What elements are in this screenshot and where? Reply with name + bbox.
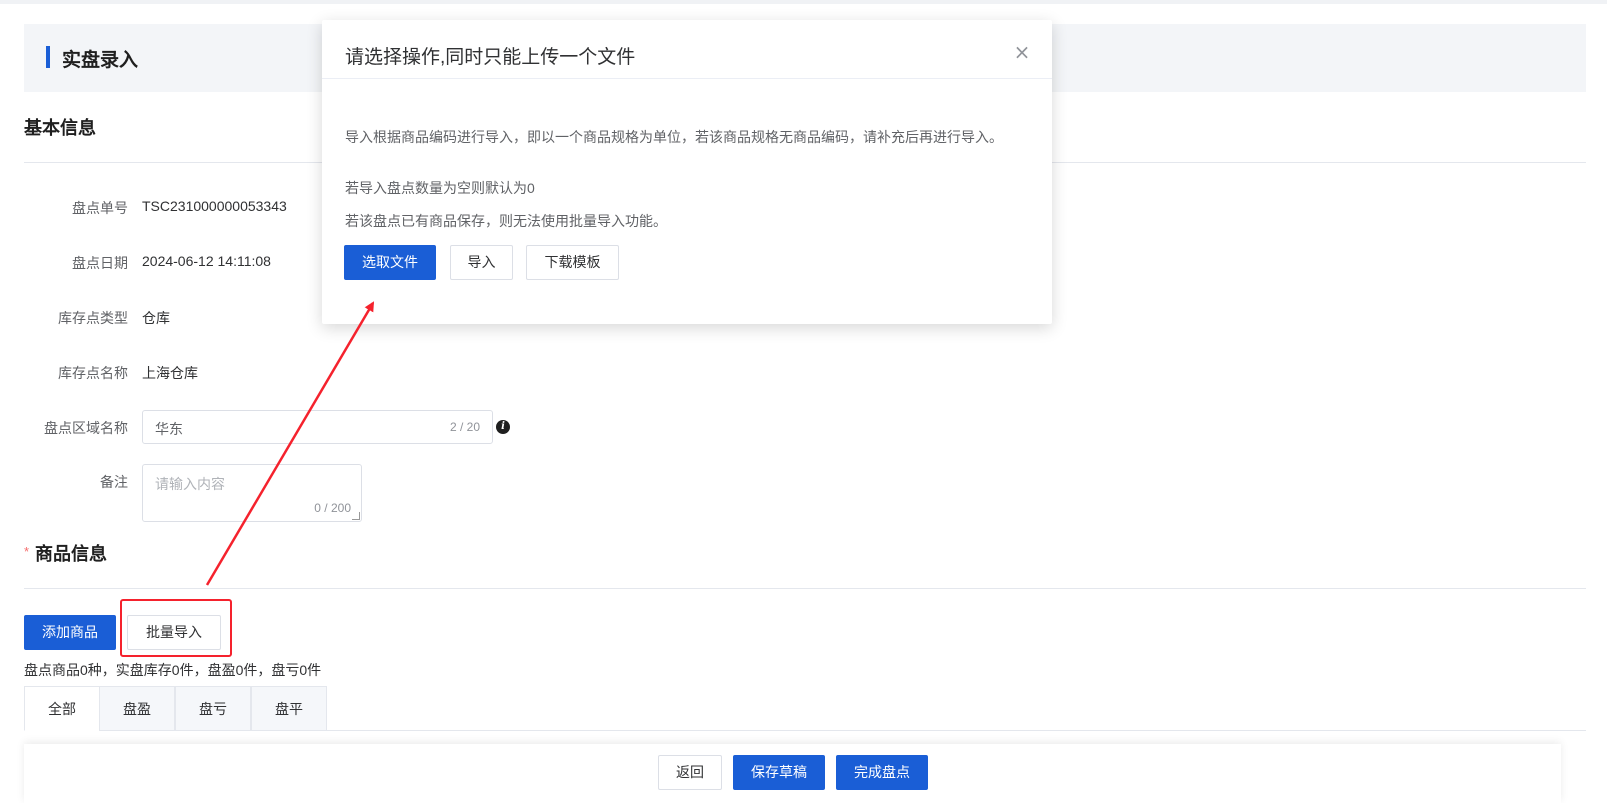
import-button[interactable]: 导入 <box>450 245 513 280</box>
basic-info-title: 基本信息 <box>24 118 96 138</box>
label-check-number: 盘点单号 <box>72 200 128 216</box>
tab-balanced[interactable]: 盘平 <box>251 686 327 731</box>
select-file-button[interactable]: 选取文件 <box>344 245 436 280</box>
label-region-name: 盘点区域名称 <box>44 420 128 436</box>
goods-info-divider <box>24 588 1586 589</box>
dialog-instruction-3: 若该盘点已有商品保存，则无法使用批量导入功能。 <box>345 213 667 229</box>
label-check-date: 盘点日期 <box>72 255 128 271</box>
page: 实盘录入 基本信息 盘点单号 TSC231000000053343 盘点日期 2… <box>0 0 1607 803</box>
footer-action-bar: 返回 保存草稿 完成盘点 <box>24 744 1561 803</box>
remark-textarea[interactable]: 请输入内容 0 / 200 <box>142 464 362 522</box>
required-mark: * <box>24 544 30 559</box>
info-icon[interactable]: i <box>496 420 510 434</box>
top-border <box>0 0 1607 4</box>
back-button[interactable]: 返回 <box>658 755 722 790</box>
value-check-date: 2024-06-12 14:11:08 <box>142 253 271 269</box>
import-dialog: 请选择操作,同时只能上传一个文件 × 导入根据商品编码进行导入，即以一个商品规格… <box>322 20 1052 324</box>
dialog-instruction-1: 导入根据商品编码进行导入，即以一个商品规格为单位，若该商品规格无商品编码，请补充… <box>345 129 1003 145</box>
add-goods-button[interactable]: 添加商品 <box>24 615 116 650</box>
remark-placeholder: 请输入内容 <box>155 476 225 492</box>
tab-all[interactable]: 全部 <box>24 686 100 731</box>
goods-info-title: 商品信息 <box>35 544 107 564</box>
region-name-input[interactable]: 华东 2 / 20 <box>142 410 493 444</box>
tab-surplus[interactable]: 盘盈 <box>99 686 175 731</box>
dialog-title: 请选择操作,同时只能上传一个文件 <box>345 47 636 68</box>
complete-check-button[interactable]: 完成盘点 <box>836 755 928 790</box>
region-name-value: 华东 <box>155 421 183 437</box>
page-title: 实盘录入 <box>62 50 139 71</box>
dialog-header-divider <box>322 78 1052 79</box>
resize-handle-icon[interactable] <box>352 512 360 520</box>
download-template-button[interactable]: 下载模板 <box>526 245 619 280</box>
label-remark: 备注 <box>100 474 128 490</box>
region-name-counter: 2 / 20 <box>449 420 480 434</box>
value-location-type: 仓库 <box>142 310 170 326</box>
dialog-instruction-2: 若导入盘点数量为空则默认为0 <box>345 180 535 196</box>
save-draft-button[interactable]: 保存草稿 <box>733 755 825 790</box>
header-accent-bar <box>46 46 50 68</box>
label-location-name: 库存点名称 <box>58 365 128 381</box>
annotation-highlight-box <box>120 599 232 657</box>
remark-counter: 0 / 200 <box>314 501 351 515</box>
value-check-number: TSC231000000053343 <box>142 198 287 214</box>
close-icon[interactable]: × <box>1012 42 1032 62</box>
value-location-name: 上海仓库 <box>142 365 198 381</box>
goods-summary: 盘点商品0种，实盘库存0件，盘盈0件，盘亏0件 <box>24 662 322 678</box>
label-location-type: 库存点类型 <box>58 310 128 326</box>
tab-deficit[interactable]: 盘亏 <box>175 686 251 731</box>
